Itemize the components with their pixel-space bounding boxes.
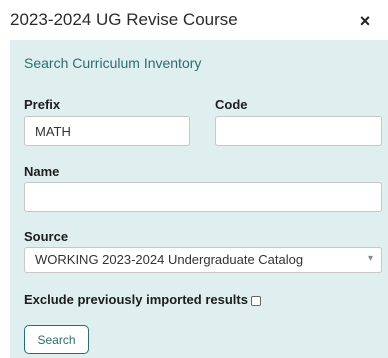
search-heading: Search Curriculum Inventory [24,55,202,71]
search-button[interactable]: Search [24,325,89,354]
source-label: Source [24,229,69,244]
dropdown-arrow-icon: ▾ [367,253,373,264]
prefix-input[interactable] [24,116,190,146]
source-select[interactable]: WORKING 2023-2024 Undergraduate Catalog … [24,247,382,273]
code-label: Code [215,97,248,112]
exclude-imported-checkbox[interactable] [251,296,261,306]
source-selected-value: WORKING 2023-2024 Undergraduate Catalog [35,252,304,267]
name-input[interactable] [24,182,382,212]
search-panel: Search Curriculum Inventory Prefix Code … [10,40,388,358]
close-icon[interactable]: × [357,10,373,32]
code-input[interactable] [215,116,382,146]
exclude-imported-label: Exclude previously imported results [24,292,248,307]
dialog-header: 2023-2024 UG Revise Course × [0,0,388,40]
prefix-label: Prefix [24,97,61,112]
dialog-title: 2023-2024 UG Revise Course [10,10,238,29]
name-label: Name [24,164,60,179]
